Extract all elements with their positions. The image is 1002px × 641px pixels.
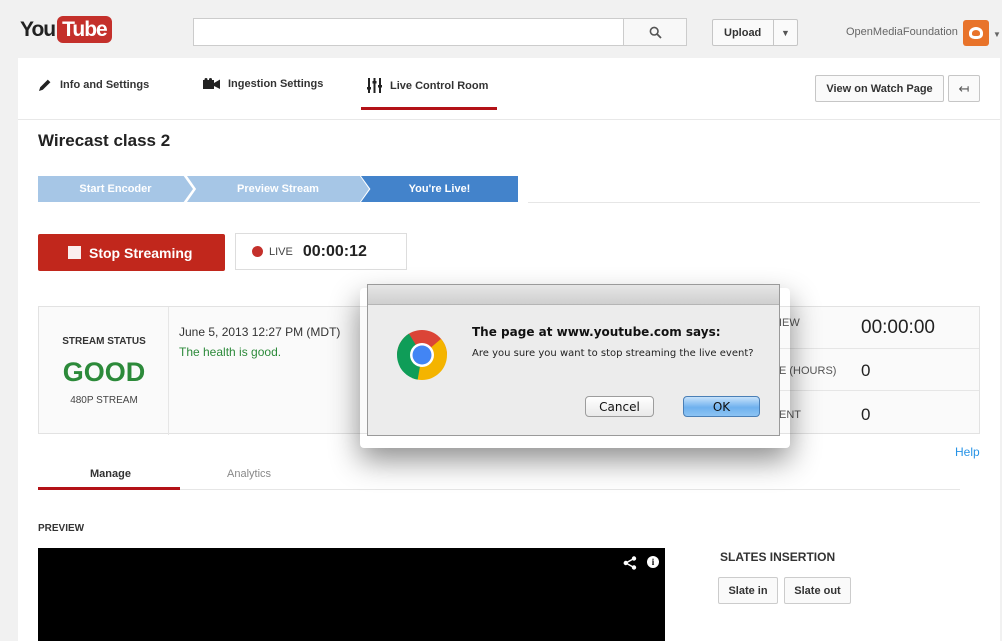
stop-streaming-label: Stop Streaming (89, 244, 193, 261)
active-tab-indicator (361, 107, 497, 110)
video-camera-icon (203, 78, 220, 89)
upload-label: Upload (724, 26, 762, 39)
event-tabs: Info and Settings Ingestion Settings Liv… (18, 58, 1000, 120)
tab-label: Live Control Room (390, 79, 489, 92)
status-health-message: The health is good. (179, 345, 282, 359)
stat-value: 00:00:00 (861, 317, 935, 338)
tab-live-control-room[interactable]: Live Control Room (367, 78, 488, 93)
stream-stats: IEW 00:00:00 E (HOURS) 0 ENT 0 (779, 307, 979, 435)
dialog-message: Are you sure you want to stop streaming … (472, 348, 754, 359)
tab-ingestion-settings[interactable]: Ingestion Settings (203, 78, 323, 90)
stream-status-label: STREAM STATUS (62, 336, 146, 347)
pencil-icon (39, 79, 51, 91)
stream-resolution: 480P STREAM (70, 395, 138, 406)
confirm-dialog: The page at www.youtube.com says: Are yo… (367, 284, 780, 436)
stream-steps: Start Encoder Preview Stream You're Live… (38, 176, 518, 202)
chrome-icon (397, 330, 447, 380)
account-chevron-icon[interactable]: ▼ (993, 30, 1001, 39)
tab-label: Ingestion Settings (228, 78, 324, 90)
live-timer: 00:00:12 (302, 242, 367, 260)
slate-out-button[interactable]: Slate out (784, 577, 851, 604)
tab-info-and-settings[interactable]: Info and Settings (38, 78, 149, 92)
preview-player[interactable]: i (38, 548, 665, 641)
step-start-encoder: Start Encoder (38, 176, 193, 202)
steps-divider (528, 202, 980, 203)
live-label: LIVE (269, 245, 293, 258)
stop-icon (68, 246, 81, 259)
stream-status-value: GOOD (62, 357, 146, 387)
stat-row: ENT 0 (779, 391, 979, 433)
active-subtab-indicator (38, 487, 180, 490)
live-dot-icon (252, 246, 263, 257)
logo-tube: Tube (57, 16, 112, 43)
view-on-watch-page-button[interactable]: View on Watch Page (815, 75, 944, 102)
youtube-logo[interactable]: You Tube (20, 16, 112, 43)
ok-button[interactable]: OK (683, 396, 760, 417)
masthead: You Tube Upload ▼ OpenMediaFoundation ▼ (0, 0, 1002, 58)
search-icon (649, 26, 662, 39)
info-icon[interactable]: i (647, 556, 659, 568)
stat-value: 0 (861, 361, 871, 380)
logo-you: You (20, 17, 56, 41)
tab-analytics[interactable]: Analytics (227, 468, 271, 480)
avatar[interactable] (963, 20, 989, 46)
dialog-titlebar[interactable] (368, 285, 779, 305)
search-button[interactable] (623, 18, 687, 46)
tab-manage[interactable]: Manage (90, 468, 131, 480)
stream-status-summary: STREAM STATUS GOOD 480P STREAM (39, 307, 169, 435)
step-youre-live: You're Live! (361, 176, 518, 202)
cancel-button[interactable]: Cancel (585, 396, 654, 417)
share-icon[interactable] (623, 556, 637, 570)
chevron-down-icon[interactable]: ▼ (774, 28, 797, 38)
stop-streaming-button[interactable]: Stop Streaming (38, 234, 225, 271)
control-room-subtabs: Manage Analytics (38, 456, 960, 490)
stat-row: E (HOURS) 0 (779, 349, 979, 391)
avatar-icon (969, 27, 983, 39)
step-preview-stream: Preview Stream (187, 176, 369, 202)
live-indicator: LIVE 00:00:12 (235, 233, 407, 270)
slate-in-button[interactable]: Slate in (718, 577, 778, 604)
dialog-heading: The page at www.youtube.com says: (472, 325, 721, 339)
sliders-icon (367, 78, 382, 93)
back-arrow-icon[interactable]: ↤ (948, 75, 980, 102)
upload-button[interactable]: Upload ▼ (712, 19, 798, 46)
page-title: Wirecast class 2 (38, 131, 171, 150)
tab-label: Info and Settings (60, 79, 150, 91)
account-name[interactable]: OpenMediaFoundation (846, 26, 958, 38)
stat-row: IEW 00:00:00 (779, 307, 979, 349)
slates-heading: SLATES INSERTION (720, 550, 836, 564)
stat-value: 0 (861, 405, 871, 424)
status-timestamp: June 5, 2013 12:27 PM (MDT) (179, 325, 341, 339)
preview-heading: PREVIEW (38, 523, 85, 534)
search-input[interactable] (193, 18, 624, 46)
